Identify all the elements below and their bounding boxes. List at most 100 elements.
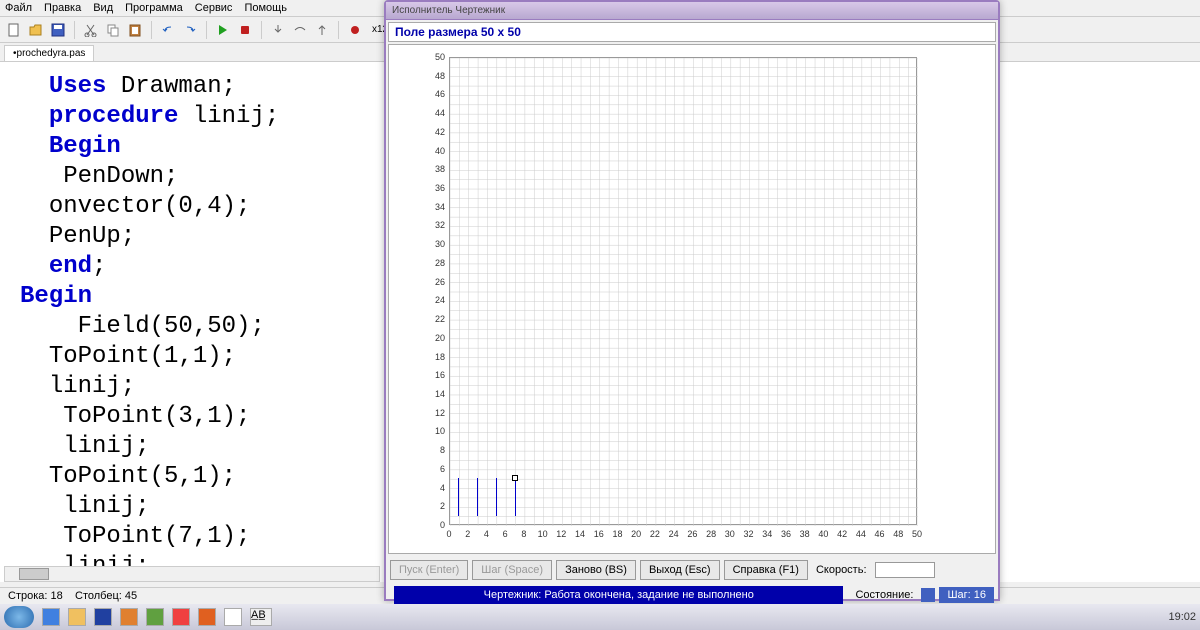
breakpoint-icon[interactable]: [346, 21, 364, 39]
scrollbar-thumb[interactable]: [19, 568, 49, 580]
step-out-icon[interactable]: [313, 21, 331, 39]
task-icon-6[interactable]: [172, 608, 190, 626]
task-icon-4[interactable]: [120, 608, 138, 626]
x-tick-label: 24: [667, 529, 681, 539]
speed-label: Скорость:: [812, 564, 871, 576]
x-tick-label: 46: [873, 529, 887, 539]
open-file-icon[interactable]: [27, 21, 45, 39]
drawman-subtitle: Поле размера 50 x 50: [388, 22, 996, 42]
step-button[interactable]: Шаг (Space): [472, 560, 552, 580]
menu-edit[interactable]: Правка: [44, 2, 81, 14]
drawman-button-row: Пуск (Enter) Шаг (Space) Заново (BS) Вых…: [386, 556, 998, 584]
clock: 19:02: [1168, 611, 1196, 623]
step-into-icon[interactable]: [269, 21, 287, 39]
x-tick-label: 50: [910, 529, 924, 539]
y-tick-label: 26: [429, 277, 445, 287]
exit-button[interactable]: Выход (Esc): [640, 560, 720, 580]
y-tick-label: 40: [429, 146, 445, 156]
y-tick-label: 18: [429, 352, 445, 362]
drawman-window: Исполнитель Чертежник Поле размера 50 x …: [384, 0, 1000, 601]
drawn-segment: [515, 478, 516, 515]
task-icon-5[interactable]: [146, 608, 164, 626]
kw-begin: Begin: [49, 133, 121, 160]
x-tick-label: 44: [854, 529, 868, 539]
status-col-value: 45: [125, 590, 137, 602]
status-line-value: 18: [51, 590, 63, 602]
drawn-segment: [477, 478, 478, 515]
y-tick-label: 2: [429, 501, 445, 511]
menu-program[interactable]: Программа: [125, 2, 183, 14]
cut-icon[interactable]: [82, 21, 100, 39]
x-tick-label: 8: [517, 529, 531, 539]
y-tick-label: 42: [429, 127, 445, 137]
task-icon-8[interactable]: [224, 608, 242, 626]
drawn-segment: [496, 478, 497, 515]
x-tick-label: 38: [798, 529, 812, 539]
stop-icon[interactable]: [236, 21, 254, 39]
state-indicator-icon: [921, 588, 935, 602]
copy-icon[interactable]: [104, 21, 122, 39]
redo-icon[interactable]: [181, 21, 199, 39]
status-col-label: Столбец:: [75, 590, 122, 602]
y-tick-label: 34: [429, 202, 445, 212]
y-tick-label: 16: [429, 370, 445, 380]
file-tab[interactable]: •prochedyra.pas: [4, 45, 94, 61]
y-tick-label: 22: [429, 314, 445, 324]
x-tick-label: 30: [723, 529, 737, 539]
taskbar: A̲B̲ 19:02: [0, 604, 1200, 630]
menu-help[interactable]: Помощь: [244, 2, 287, 14]
y-tick-label: 30: [429, 239, 445, 249]
y-tick-label: 20: [429, 333, 445, 343]
x-tick-label: 4: [479, 529, 493, 539]
y-tick-label: 38: [429, 164, 445, 174]
pen-cursor-icon: [512, 475, 518, 481]
y-tick-label: 28: [429, 258, 445, 268]
save-icon[interactable]: [49, 21, 67, 39]
x-tick-label: 36: [779, 529, 793, 539]
state-label: Состояние:: [851, 589, 917, 601]
help-button[interactable]: Справка (F1): [724, 560, 808, 580]
reset-button[interactable]: Заново (BS): [556, 560, 636, 580]
drawman-title: Исполнитель Чертежник: [392, 5, 505, 16]
kw-begin-main: Begin: [20, 283, 92, 310]
y-tick-label: 36: [429, 183, 445, 193]
x-tick-label: 20: [629, 529, 643, 539]
horizontal-scrollbar[interactable]: [4, 566, 380, 582]
step-counter: Шаг: 16: [939, 587, 994, 603]
kw-uses: Uses: [49, 73, 107, 100]
x-tick-label: 48: [891, 529, 905, 539]
kw-procedure: procedure: [49, 103, 179, 130]
x-tick-label: 40: [816, 529, 830, 539]
speed-slider[interactable]: [875, 562, 935, 578]
drawn-segment: [458, 478, 459, 515]
task-icon-3[interactable]: [94, 608, 112, 626]
y-tick-label: 6: [429, 464, 445, 474]
run-button[interactable]: Пуск (Enter): [390, 560, 468, 580]
new-file-icon[interactable]: [5, 21, 23, 39]
y-tick-label: 32: [429, 220, 445, 230]
menu-view[interactable]: Вид: [93, 2, 113, 14]
plot-grid: [449, 57, 917, 525]
task-icon-1[interactable]: [42, 608, 60, 626]
paste-icon[interactable]: [126, 21, 144, 39]
run-icon[interactable]: [214, 21, 232, 39]
task-icon-9[interactable]: A̲B̲: [250, 608, 272, 626]
drawman-titlebar[interactable]: Исполнитель Чертежник: [386, 2, 998, 20]
menu-service[interactable]: Сервис: [195, 2, 233, 14]
menu-file[interactable]: Файл: [5, 2, 32, 14]
drawman-canvas: 0246810121416182022242628303234363840424…: [388, 44, 996, 554]
step-over-icon[interactable]: [291, 21, 309, 39]
x-tick-label: 12: [554, 529, 568, 539]
x-tick-label: 22: [648, 529, 662, 539]
y-tick-label: 10: [429, 426, 445, 436]
task-icon-2[interactable]: [68, 608, 86, 626]
y-tick-label: 44: [429, 108, 445, 118]
start-button[interactable]: [4, 606, 34, 628]
x-tick-label: 28: [704, 529, 718, 539]
task-icon-7[interactable]: [198, 608, 216, 626]
x-tick-label: 6: [498, 529, 512, 539]
drawman-status-row: Чертежник: Работа окончена, задание не в…: [386, 584, 998, 606]
x-tick-label: 34: [760, 529, 774, 539]
undo-icon[interactable]: [159, 21, 177, 39]
y-tick-label: 14: [429, 389, 445, 399]
